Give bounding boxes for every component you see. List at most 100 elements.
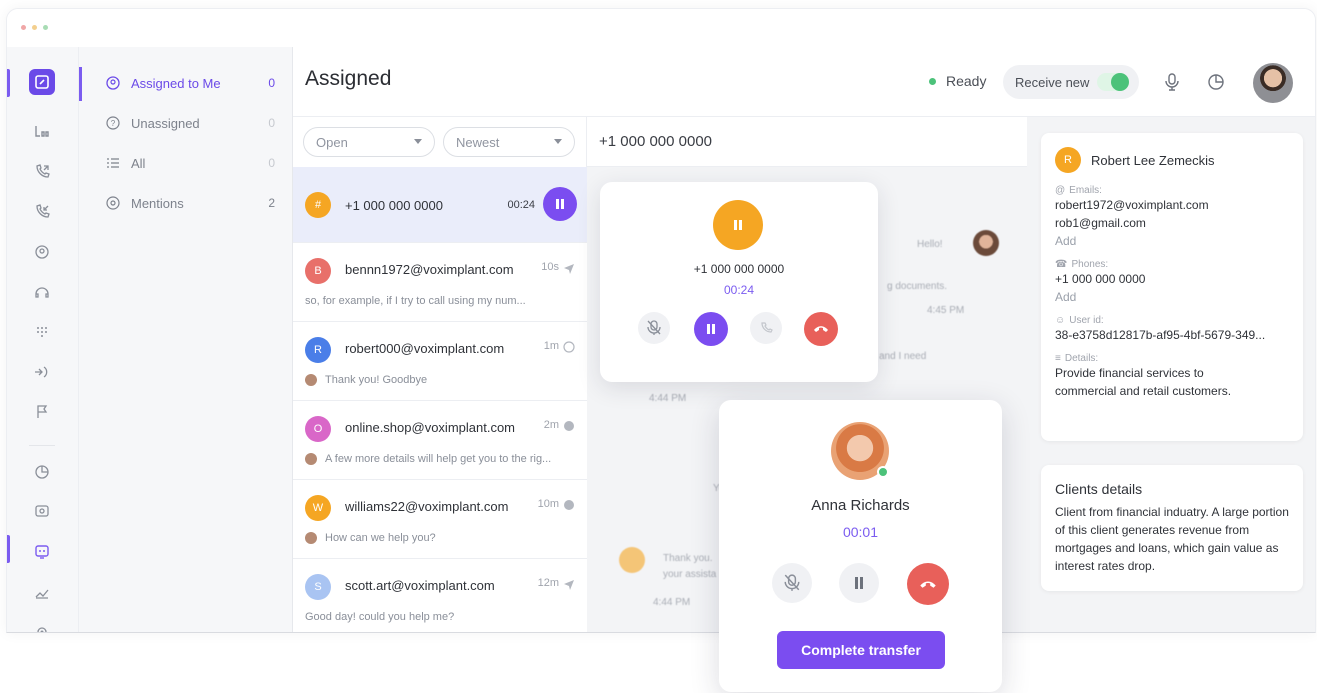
avatar: B xyxy=(305,258,331,284)
dialpad-icon[interactable] xyxy=(29,319,55,345)
avatar: R xyxy=(305,337,331,363)
transfer-call-card: Anna Richards 00:01 Complete transfer xyxy=(719,400,1002,692)
folder-label: All xyxy=(131,155,146,171)
analytics-icon[interactable] xyxy=(29,579,55,605)
microphone-icon[interactable] xyxy=(1161,71,1183,93)
chat-bot-icon[interactable] xyxy=(29,539,55,565)
window-dot-close[interactable] xyxy=(21,25,26,30)
svg-text:?: ? xyxy=(111,119,116,128)
flag-icon[interactable] xyxy=(29,399,55,425)
transfer-call-button[interactable] xyxy=(750,312,782,344)
message-avatar xyxy=(619,547,645,573)
conversation-item-active-call[interactable]: # +1 000 000 0000 00:24 xyxy=(293,167,587,243)
transfer-icon[interactable] xyxy=(29,359,55,385)
chat-bubble-icon xyxy=(564,421,574,431)
user-avatar[interactable] xyxy=(1253,63,1293,103)
status-ready[interactable]: Ready xyxy=(929,73,986,89)
icon-rail xyxy=(7,47,79,632)
chevron-down-icon xyxy=(554,139,562,144)
receive-new-toggle[interactable]: Receive new xyxy=(1003,65,1139,99)
hang-up-button[interactable] xyxy=(907,563,949,605)
conversation-list: Open Newest # +1 000 000 0000 00:24 B be… xyxy=(293,117,587,632)
incoming-queue-icon[interactable] xyxy=(29,119,55,145)
pause-button[interactable] xyxy=(694,312,728,346)
conversation-item[interactable]: W williams22@voximplant.com 10m How can … xyxy=(293,480,587,559)
mute-button[interactable] xyxy=(638,312,670,344)
message-avatar xyxy=(973,230,999,256)
chat-bg-text: g documents. xyxy=(887,281,948,292)
complete-transfer-button[interactable]: Complete transfer xyxy=(777,631,945,669)
status-filter-select[interactable]: Open xyxy=(303,127,435,157)
time-ago: 10s xyxy=(541,261,559,273)
contact-name: online.shop@voximplant.com xyxy=(345,420,516,435)
chat-bg-text: your assista xyxy=(663,569,717,580)
folder-mentions[interactable]: Mentions 2 xyxy=(105,191,275,215)
incoming-call-icon[interactable] xyxy=(29,199,55,225)
conversation-item[interactable]: B bennn1972@voximplant.com 10s so, for e… xyxy=(293,243,587,322)
active-call-card: +1 000 000 0000 00:24 xyxy=(600,182,878,382)
add-email-link[interactable]: Add xyxy=(1055,232,1289,250)
add-phone-link[interactable]: Add xyxy=(1055,288,1289,306)
folder-assigned-to-me[interactable]: Assigned to Me 0 xyxy=(105,71,275,95)
pause-button[interactable] xyxy=(543,187,577,221)
call-number: +1 000 000 0000 xyxy=(693,262,785,276)
folder-unassigned[interactable]: ? Unassigned 0 xyxy=(105,111,275,135)
avatar: R xyxy=(1055,147,1081,173)
time-ago: 2m xyxy=(543,419,559,431)
mute-button[interactable] xyxy=(772,563,812,603)
email-value[interactable]: rob1@gmail.com xyxy=(1055,214,1289,232)
conversation-item[interactable]: O online.shop@voximplant.com 2m A few mo… xyxy=(293,401,587,480)
contacts-icon[interactable] xyxy=(29,239,55,265)
folder-count: 0 xyxy=(268,156,275,170)
avatar: W xyxy=(305,495,331,521)
message-preview: so, for example, if I try to call using … xyxy=(305,295,526,307)
window-dot-minimize[interactable] xyxy=(32,25,37,30)
avatar: O xyxy=(305,416,331,442)
chat-title: +1 000 000 0000 xyxy=(587,117,1027,167)
call-timer: 00:24 xyxy=(723,283,755,297)
search-chat-icon[interactable] xyxy=(29,499,55,525)
hold-button[interactable] xyxy=(839,563,879,603)
chart-icon[interactable] xyxy=(29,459,55,485)
top-header: Assigned Ready Receive new xyxy=(293,47,1315,117)
details-label: ≡ Details: xyxy=(1055,353,1099,364)
mini-avatar xyxy=(305,532,317,544)
phone-transfer-icon xyxy=(761,322,773,333)
time-ago: 1m xyxy=(543,340,559,352)
transfer-timer: 00:01 xyxy=(842,524,879,540)
call-timer: 00:24 xyxy=(507,199,535,211)
title-bar xyxy=(7,9,1315,47)
phones-label: ☎ Phones: xyxy=(1055,259,1109,270)
toggle-switch[interactable] xyxy=(1097,73,1129,91)
contact-name: williams22@voximplant.com xyxy=(345,499,509,514)
settings-icon[interactable] xyxy=(29,619,55,632)
conversation-item[interactable]: R robert000@voximplant.com 1m Thank you!… xyxy=(293,322,587,401)
time-ago: 12m xyxy=(537,577,559,589)
headset-icon[interactable] xyxy=(29,279,55,305)
window-dot-maximize[interactable] xyxy=(43,25,48,30)
message-preview: Good day! could you help me? xyxy=(305,611,455,623)
userid-label: ☺ User id: xyxy=(1055,315,1104,326)
folder-label: Unassigned xyxy=(131,115,200,131)
client-details-text: Client from financial induatry. A large … xyxy=(1055,505,1289,573)
folder-count: 0 xyxy=(268,76,275,90)
contact-name: +1 000 000 0000 xyxy=(345,198,443,213)
email-value[interactable]: robert1972@voximplant.com xyxy=(1055,196,1289,214)
message-preview: Thank you! Goodbye xyxy=(305,374,427,386)
sort-value: Newest xyxy=(456,134,500,150)
chat-bg-text: 4:44 PM xyxy=(649,393,687,404)
agent-name: Anna Richards xyxy=(811,497,910,514)
user-icon: ☺ xyxy=(1055,315,1066,326)
phone-value[interactable]: +1 000 000 0000 xyxy=(1055,270,1289,288)
outgoing-call-icon[interactable] xyxy=(29,159,55,185)
logo-icon[interactable] xyxy=(29,69,55,95)
status-label: Ready xyxy=(946,73,987,89)
folder-all[interactable]: All 0 xyxy=(105,151,275,175)
client-details-card: Clients details Client from financial in… xyxy=(1041,465,1303,591)
sort-select[interactable]: Newest xyxy=(443,127,575,157)
status-filter-value: Open xyxy=(316,134,348,150)
conversation-item[interactable]: S scott.art@voximplant.com 12m Good day!… xyxy=(293,559,587,632)
hang-up-button[interactable] xyxy=(804,312,838,346)
chart-pie-icon[interactable] xyxy=(1205,71,1227,93)
userid-value: 38-e3758d12817b-af95-4bf-5679-349... xyxy=(1055,328,1266,342)
